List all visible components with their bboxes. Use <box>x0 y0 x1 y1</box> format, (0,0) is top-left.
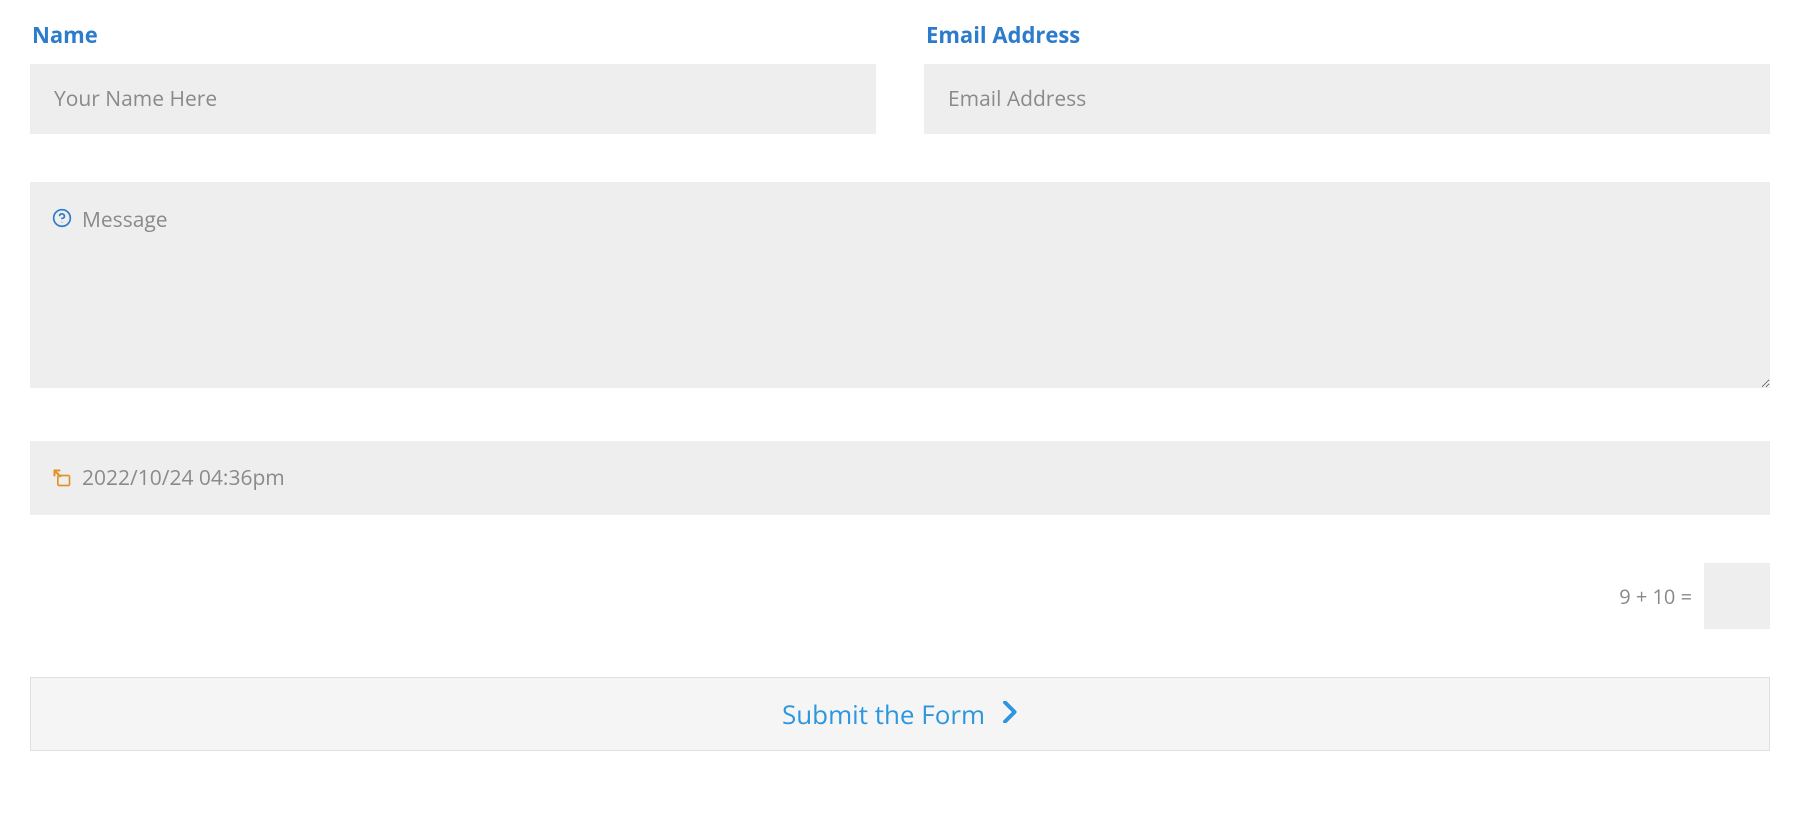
chevron-right-icon <box>1003 701 1018 727</box>
submit-button[interactable]: Submit the Form <box>30 677 1770 751</box>
captcha-answer-input[interactable] <box>1704 563 1770 629</box>
name-label: Name <box>30 20 876 50</box>
datetime-field-group <box>30 441 1770 515</box>
email-input[interactable] <box>924 64 1770 134</box>
message-field-group <box>30 182 1770 393</box>
email-label: Email Address <box>924 20 1770 50</box>
captcha-row: 9 + 10 = <box>30 563 1770 629</box>
email-field-group: Email Address <box>924 20 1770 134</box>
name-input[interactable] <box>30 64 876 134</box>
message-textarea[interactable] <box>30 182 1770 388</box>
form-row-name-email: Name Email Address <box>30 20 1770 134</box>
captcha-question: 9 + 10 = <box>1619 583 1692 610</box>
datetime-input[interactable] <box>30 441 1770 515</box>
datetime-wrapper <box>30 441 1770 515</box>
message-wrapper <box>30 182 1770 393</box>
question-circle-icon[interactable] <box>52 208 72 228</box>
submit-button-label: Submit the Form <box>782 696 985 732</box>
name-field-group: Name <box>30 20 876 134</box>
contact-form: Name Email Address <box>30 20 1770 751</box>
